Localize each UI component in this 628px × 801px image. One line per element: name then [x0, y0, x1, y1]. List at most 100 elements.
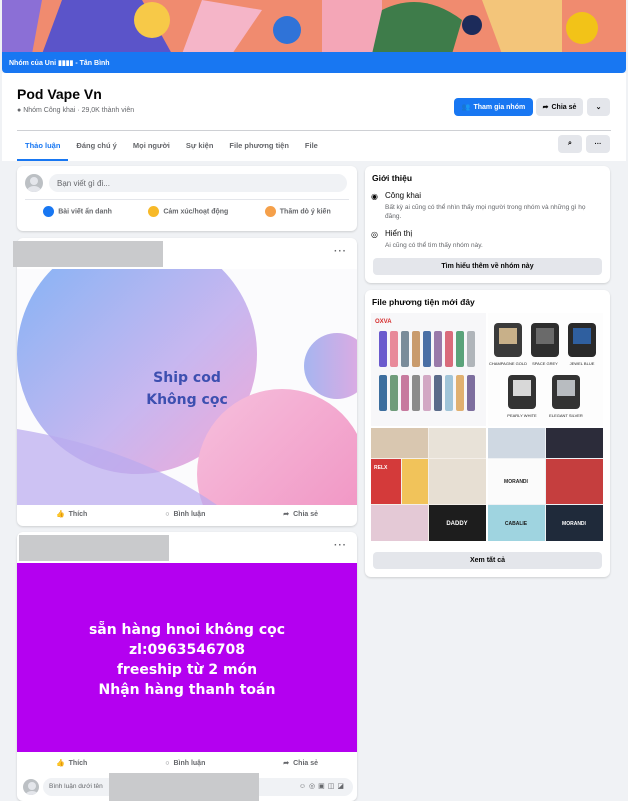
- media-heading: File phương tiện mới đây: [372, 297, 475, 307]
- color-label: PEARLY WHITE: [507, 413, 537, 418]
- media-thumbnail[interactable]: RELX DADDY: [371, 428, 486, 541]
- anonymous-post-label: Bài viết ẩn danh: [58, 208, 112, 216]
- avatar: [25, 174, 43, 192]
- comment-icon: ○: [165, 510, 170, 518]
- device-colors-image: CHAMPAGNE GOLD SPACE GREY JEWEL BLUE PEA…: [489, 323, 596, 418]
- about-card: Giới thiệu ◉ Công khai Bất kỳ ai cũng có…: [365, 166, 610, 283]
- search-button[interactable]: ⌕: [558, 135, 582, 153]
- post-action-bar: 👍 Thích ○ Bình luận ➦ Chia sẻ: [17, 510, 357, 519]
- poll-label: Thăm dò ý kiến: [279, 208, 331, 216]
- post2-line2: zl:0963546708: [129, 642, 245, 658]
- eye-icon: ◎: [371, 230, 378, 239]
- comment-label: Bình luận: [173, 510, 206, 518]
- composer-actions: Bài viết ẩn danh Cảm xúc/hoạt động Thăm …: [25, 206, 349, 217]
- tab-media[interactable]: File phương tiện: [221, 134, 297, 161]
- smiley-icon: [148, 206, 160, 217]
- post-options-icon[interactable]: ···: [334, 246, 347, 257]
- comment-label: Bình luận: [173, 759, 206, 767]
- media-thumbnail[interactable]: OXVA: [371, 313, 486, 426]
- tab-events[interactable]: Sự kiện: [178, 134, 222, 161]
- anonymous-post-button[interactable]: Bài viết ẩn danh: [43, 206, 112, 217]
- comment-placeholder: Bình luận dưới tên: [49, 783, 103, 790]
- cover-illustration: [2, 0, 626, 54]
- vape-colors-image: OXVA: [375, 319, 475, 411]
- post-image[interactable]: sẵn hàng hnoi không cọc zl:0963546708 fr…: [17, 563, 357, 752]
- comment-button[interactable]: ○ Bình luận: [165, 510, 205, 518]
- group-tabs: Thảo luận Đáng chú ý Mọi người Sự kiện F…: [17, 134, 326, 161]
- feeling-activity-label: Cảm xúc/hoạt động: [163, 208, 229, 216]
- share-post-label: Chia sẻ: [293, 510, 319, 518]
- share-post-button[interactable]: ➦ Chia sẻ: [283, 759, 319, 768]
- thumb-label: DADDY: [446, 521, 467, 527]
- search-icon: ⌕: [568, 140, 572, 147]
- post-image[interactable]: Ship cod Không cọc: [17, 269, 357, 505]
- comment-button[interactable]: ○ Bình luận: [165, 759, 205, 767]
- visible-description: Ai cũng có thể tìm thấy nhóm này.: [385, 242, 483, 249]
- poll-button[interactable]: Thăm dò ý kiến: [264, 206, 331, 217]
- post-options-icon[interactable]: ···: [334, 540, 347, 551]
- thumb-label: MORANDI: [562, 521, 586, 527]
- post-composer: Bạn viết gì đi... Bài viết ẩn danh Cảm x…: [17, 166, 357, 231]
- tab-discussion[interactable]: Thảo luận: [17, 134, 69, 161]
- post-action-bar: 👍 Thích ○ Bình luận ➦ Chia sẻ: [17, 759, 357, 768]
- redacted-commenter: [109, 773, 259, 801]
- people-icon: 👥: [461, 104, 471, 111]
- post1-line1: Ship cod: [153, 370, 221, 386]
- more-dropdown-button[interactable]: ⌄: [587, 98, 610, 116]
- thumb-label: MORANDI: [504, 479, 528, 485]
- poll-icon: [264, 206, 276, 217]
- thumbs-up-icon: 👍: [55, 511, 65, 518]
- avatar: [23, 779, 39, 795]
- comment-tools-icons[interactable]: ☺◎▣◫◪: [299, 782, 347, 790]
- public-description: Bất kỳ ai cũng có thể nhìn thấy mọi ngườ…: [385, 204, 586, 220]
- share-post-button[interactable]: ➦ Chia sẻ: [283, 510, 319, 519]
- cover-photo: [2, 0, 626, 54]
- product-grid-image: RELX DADDY: [371, 428, 486, 541]
- header-divider: [17, 130, 611, 131]
- tab-people[interactable]: Mọi người: [125, 134, 178, 161]
- anonymous-icon: [43, 206, 55, 217]
- feeling-activity-button[interactable]: Cảm xúc/hoạt động: [148, 206, 228, 217]
- more-options-button[interactable]: ···: [586, 135, 610, 153]
- comment-icon: ○: [165, 759, 170, 767]
- redacted-author: [13, 241, 163, 267]
- about-heading: Giới thiệu: [372, 173, 413, 183]
- product-grid-image: MORANDI CABALIE MORANDI: [488, 428, 603, 541]
- group-header: Pod Vape Vn ● Nhóm Công khai · 29,0K thà…: [2, 73, 626, 161]
- tab-featured[interactable]: Đáng chú ý: [68, 134, 124, 161]
- share-button[interactable]: ➦ Chia sẻ: [536, 98, 583, 116]
- post-image-graphic: Ship cod Không cọc: [17, 269, 357, 505]
- media-thumbnail[interactable]: CHAMPAGNE GOLD SPACE GREY JEWEL BLUE PEA…: [488, 313, 603, 426]
- recent-media-card: File phương tiện mới đây OXVA CHAMPAGNE …: [365, 290, 610, 577]
- like-button[interactable]: 👍 Thích: [55, 510, 87, 519]
- join-group-label: Tham gia nhóm: [473, 103, 526, 111]
- thumb-label: RELX: [374, 465, 388, 471]
- join-group-button[interactable]: 👥 Tham gia nhóm: [454, 98, 533, 116]
- color-label: CHAMPAGNE GOLD: [489, 361, 527, 366]
- group-privacy: Nhóm Công khai: [23, 107, 76, 114]
- share-label: Chia sẻ: [551, 103, 577, 111]
- post2-line1: sẵn hàng hnoi không cọc: [88, 622, 286, 638]
- learn-more-button[interactable]: Tìm hiểu thêm về nhóm này: [373, 258, 602, 275]
- group-parent-banner[interactable]: Nhóm của Uni ▮▮▮▮ - Tân Bình: [2, 52, 626, 73]
- post2-line3: freeship từ 2 món: [116, 662, 258, 678]
- share-arrow-icon: ➦: [283, 511, 290, 518]
- share-post-label: Chia sẻ: [293, 759, 319, 767]
- post2-line4: Nhận hàng thanh toán: [98, 682, 276, 698]
- thumb-label: CABALIE: [505, 521, 528, 527]
- group-meta: ● Nhóm Công khai · 29,0K thành viên: [17, 107, 135, 114]
- tab-files[interactable]: File: [297, 134, 326, 161]
- ellipsis-icon: ···: [594, 140, 602, 148]
- visible-title: Hiển thị: [385, 229, 413, 238]
- color-label: ELEGANT SILVER: [549, 413, 583, 418]
- like-button[interactable]: 👍 Thích: [55, 759, 87, 768]
- composer-input[interactable]: Bạn viết gì đi...: [49, 174, 347, 192]
- globe-icon: ◉: [371, 192, 378, 201]
- media-thumbnail[interactable]: MORANDI CABALIE MORANDI: [488, 428, 603, 541]
- thumbs-up-icon: 👍: [55, 760, 65, 767]
- composer-divider: [25, 199, 349, 200]
- public-title: Công khai: [385, 191, 422, 200]
- post-card: ··· Ship cod Không cọc 👍 Thích ○ Bình lu…: [13, 238, 357, 526]
- brand-label: OXVA: [375, 319, 392, 325]
- see-all-button[interactable]: Xem tất cả: [373, 552, 602, 569]
